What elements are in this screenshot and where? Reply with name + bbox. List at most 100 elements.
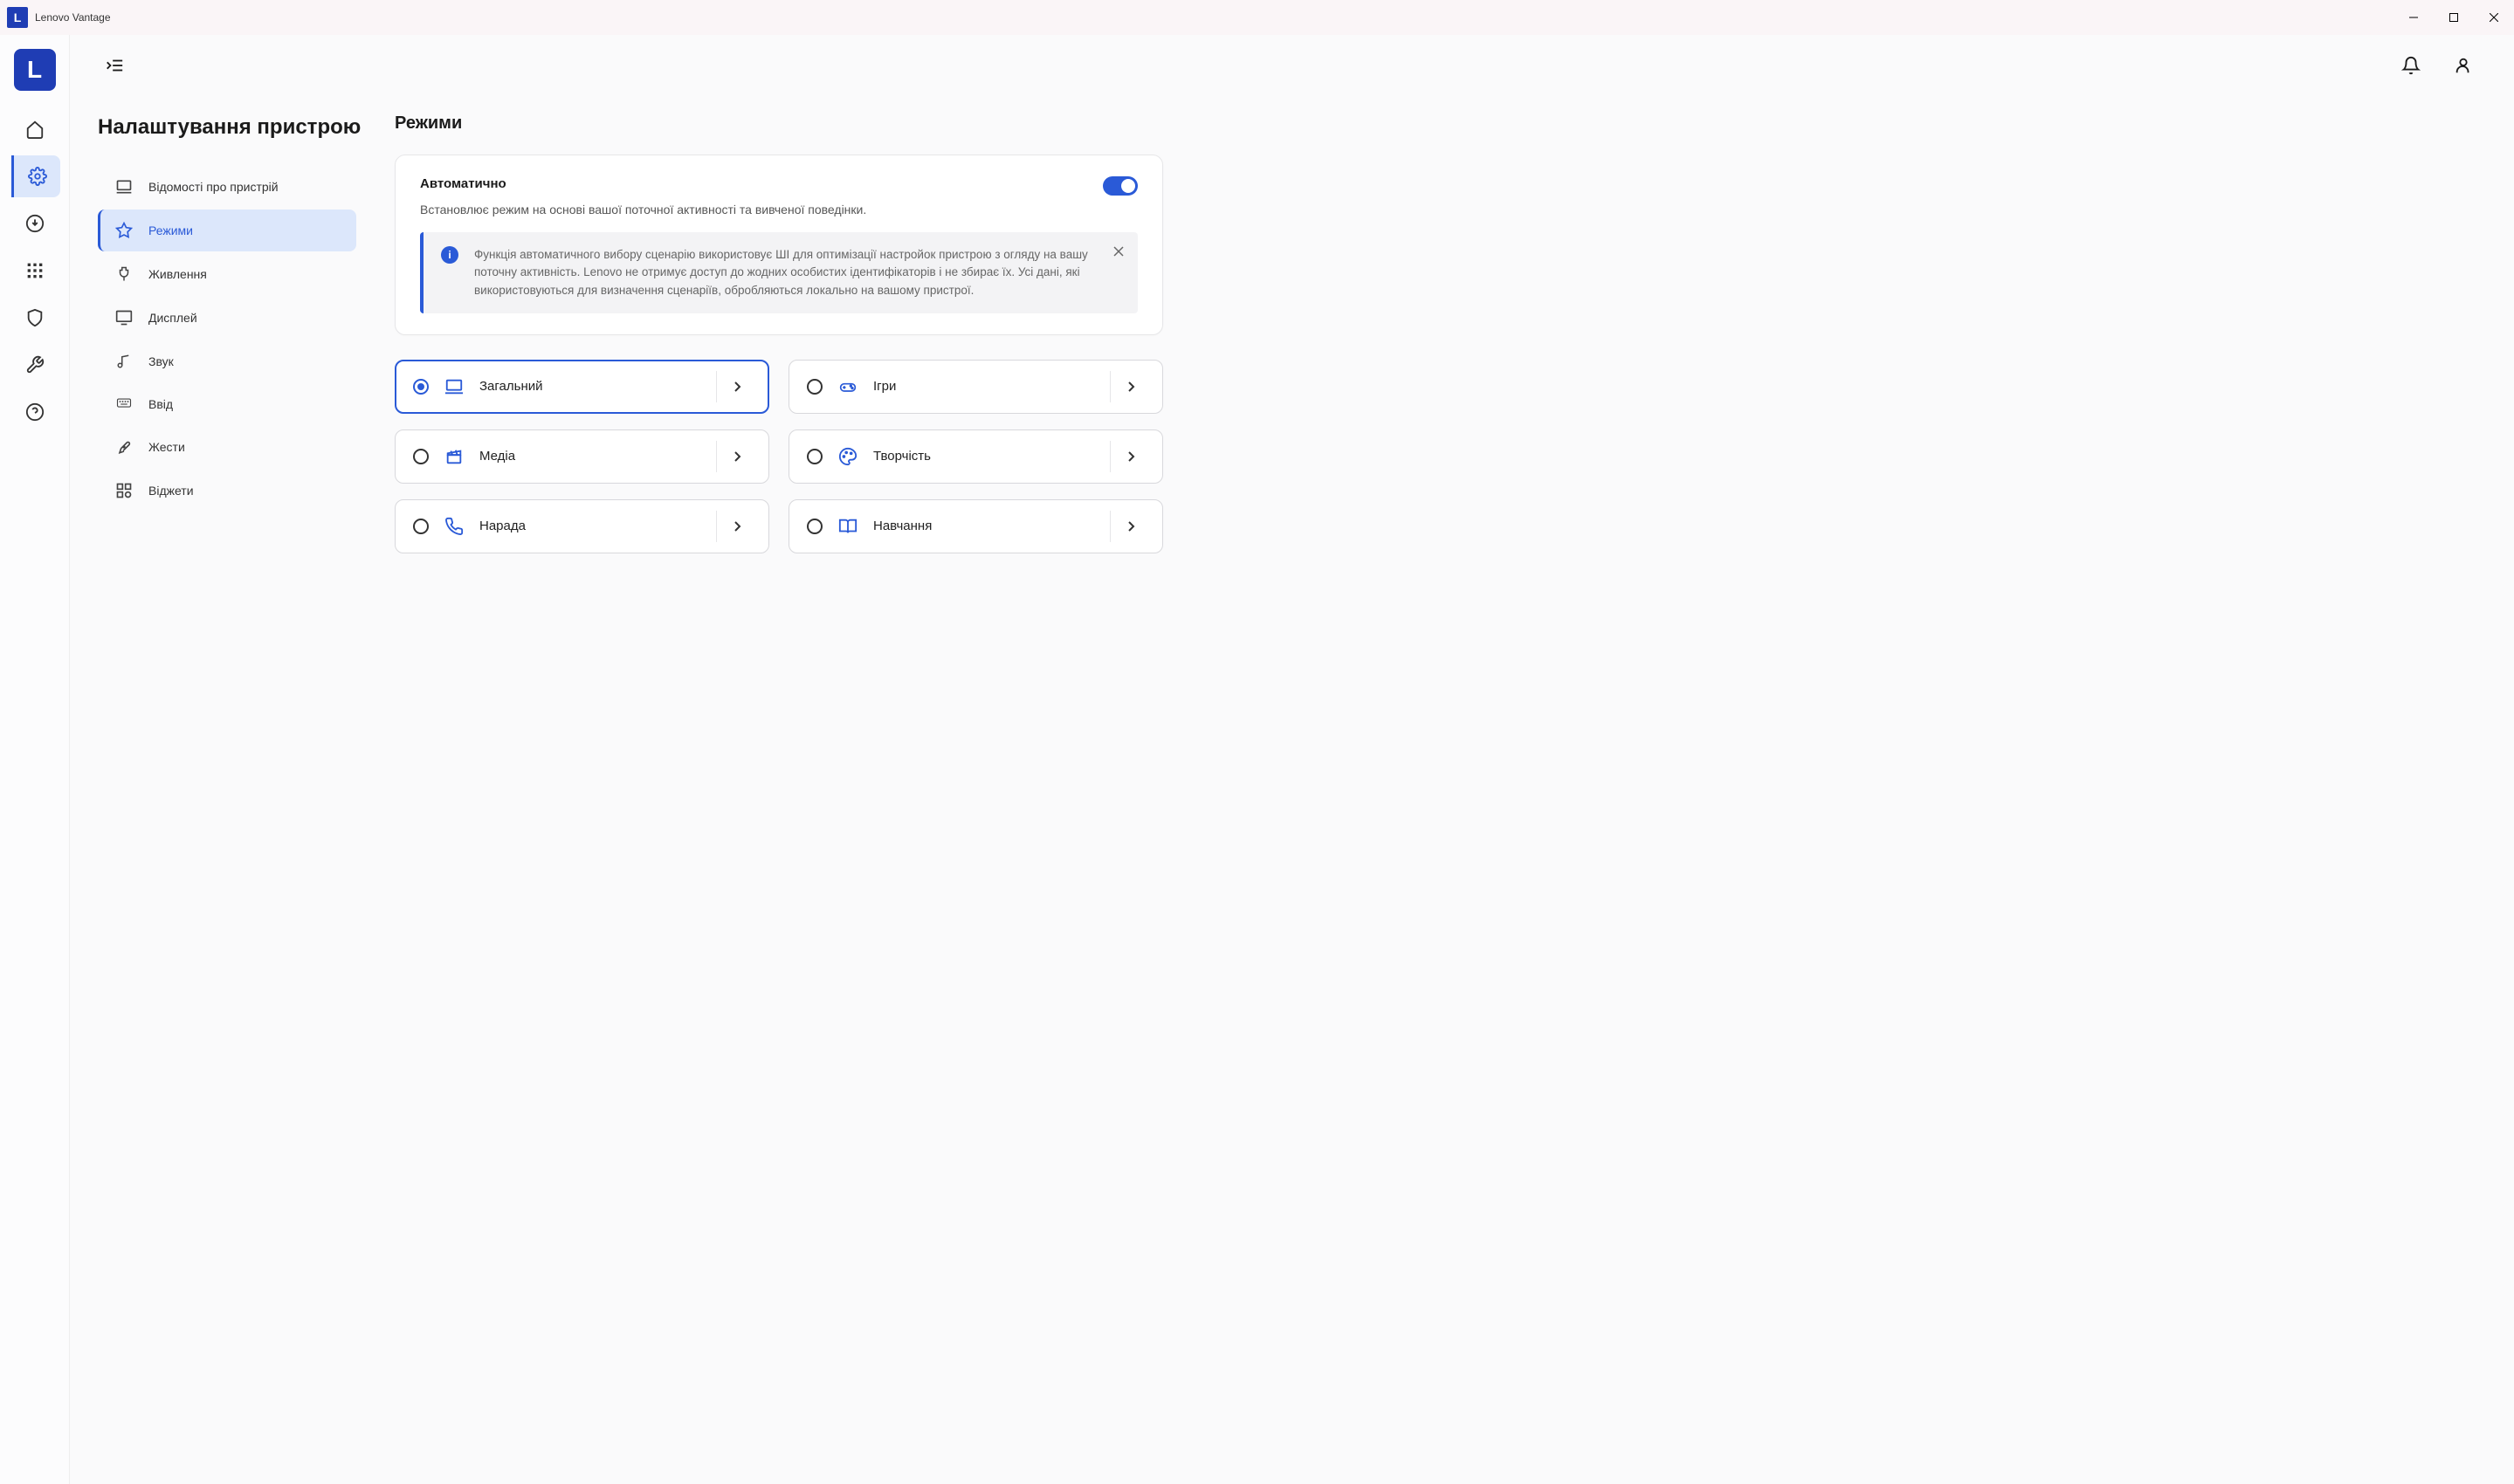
nav-rail: L <box>0 35 70 1484</box>
mode-radio[interactable] <box>413 519 429 534</box>
tools-icon <box>25 355 45 374</box>
menu-toggle[interactable] <box>98 51 131 80</box>
subnav-icon <box>115 265 133 283</box>
subnav-item-1[interactable]: Режими <box>98 210 356 251</box>
app-logo-small: L <box>7 7 28 28</box>
mode-grid: Загальний Ігри Медіа Творчість Нарада Навчанн… <box>395 360 1163 553</box>
subnav-item-6[interactable]: Жести <box>98 426 356 468</box>
gear-icon <box>28 167 47 186</box>
minimize-button[interactable] <box>2393 0 2434 35</box>
rail-tools[interactable] <box>10 344 59 386</box>
close-button[interactable] <box>2474 0 2514 35</box>
chevron-right-icon <box>733 520 741 532</box>
help-icon <box>25 402 45 422</box>
mode-label: Творчість <box>873 449 1094 464</box>
banner-close[interactable] <box>1110 243 1127 260</box>
mode-card-gamepad[interactable]: Ігри <box>789 360 1163 414</box>
window-title: Lenovo Vantage <box>35 11 111 24</box>
page-title: Налаштування пристрою <box>98 113 367 141</box>
book-icon <box>838 517 858 536</box>
mode-expand[interactable] <box>1110 511 1150 542</box>
subnav-item-3[interactable]: Дисплей <box>98 297 356 339</box>
subnav-item-5[interactable]: Ввід <box>98 384 356 424</box>
bell-icon <box>2401 56 2421 75</box>
mode-radio[interactable] <box>413 449 429 464</box>
subnav-item-0[interactable]: Відомості про пристрій <box>98 166 356 208</box>
mode-label: Медіа <box>479 449 700 464</box>
mode-radio[interactable] <box>807 449 823 464</box>
auto-desc: Встановлює режим на основі вашої поточно… <box>420 203 1138 216</box>
subnav-item-7[interactable]: Віджети <box>98 470 356 512</box>
info-icon: i <box>441 246 458 264</box>
chevron-right-icon <box>733 450 741 463</box>
download-icon <box>25 214 45 233</box>
rail-help[interactable] <box>10 391 59 433</box>
auto-toggle[interactable] <box>1103 176 1138 196</box>
window-controls <box>2393 0 2514 35</box>
subnav-icon <box>115 222 133 239</box>
mode-card-palette[interactable]: Творчість <box>789 429 1163 484</box>
mode-expand[interactable] <box>1110 441 1150 472</box>
mode-radio[interactable] <box>413 379 429 395</box>
person-icon <box>2454 56 2473 75</box>
rail-device-settings[interactable] <box>11 155 60 197</box>
subnav-icon <box>115 178 133 196</box>
app-logo[interactable]: L <box>14 49 56 91</box>
phone-icon <box>444 517 464 536</box>
mode-card-laptop[interactable]: Загальний <box>395 360 769 414</box>
rail-apps[interactable] <box>10 250 59 292</box>
subnav-item-4[interactable]: Звук <box>98 340 356 382</box>
mode-card-phone[interactable]: Нарада <box>395 499 769 553</box>
subnav-label: Режими <box>148 223 193 237</box>
clapper-icon <box>444 447 464 466</box>
rail-home[interactable] <box>10 108 59 150</box>
mode-expand[interactable] <box>716 371 756 402</box>
titlebar-left: L Lenovo Vantage <box>7 7 111 28</box>
info-banner: i Функція автоматичного вибору сценарію … <box>420 232 1138 313</box>
subnav-label: Живлення <box>148 267 207 281</box>
notifications-button[interactable] <box>2395 50 2427 81</box>
mode-card-book[interactable]: Навчання <box>789 499 1163 553</box>
subnav-label: Дисплей <box>148 311 197 325</box>
chevron-right-icon <box>1126 520 1135 532</box>
mode-label: Нарада <box>479 519 700 533</box>
mode-radio[interactable] <box>807 379 823 395</box>
mode-expand[interactable] <box>716 441 756 472</box>
auto-title: Автоматично <box>420 176 506 191</box>
grid-icon <box>26 262 44 279</box>
chevron-right-icon <box>1126 381 1135 393</box>
menu-collapse-icon <box>105 58 124 73</box>
mode-label: Навчання <box>873 519 1094 533</box>
subnav-icon <box>115 353 133 370</box>
mode-expand[interactable] <box>1110 371 1150 402</box>
subnav-icon <box>115 396 133 412</box>
maximize-button[interactable] <box>2434 0 2474 35</box>
account-button[interactable] <box>2448 50 2479 81</box>
chevron-right-icon <box>1126 450 1135 463</box>
shield-icon <box>25 308 45 327</box>
auto-mode-card: Автоматично Встановлює режим на основі в… <box>395 155 1163 335</box>
chevron-right-icon <box>733 381 741 393</box>
subnav-icon <box>115 482 133 499</box>
mode-radio[interactable] <box>807 519 823 534</box>
titlebar: L Lenovo Vantage <box>0 0 2514 35</box>
mode-label: Ігри <box>873 379 1094 394</box>
subnav-label: Звук <box>148 354 174 368</box>
mode-card-clapper[interactable]: Медіа <box>395 429 769 484</box>
subnav-label: Жести <box>148 440 185 454</box>
mode-label: Загальний <box>479 379 700 394</box>
subnav-icon <box>115 438 133 456</box>
rail-security[interactable] <box>10 297 59 339</box>
close-icon <box>1113 246 1124 257</box>
subnav-icon <box>115 309 133 326</box>
main-panel: Режими Автоматично Встановлює режим на о… <box>367 96 1205 1484</box>
palette-icon <box>838 447 858 466</box>
rail-downloads[interactable] <box>10 203 59 244</box>
laptop-icon <box>444 377 464 396</box>
subnav-label: Віджети <box>148 484 194 498</box>
subnav-item-2[interactable]: Живлення <box>98 253 356 295</box>
topbar <box>70 35 2514 96</box>
mode-expand[interactable] <box>716 511 756 542</box>
subnav-label: Відомості про пристрій <box>148 180 279 194</box>
home-icon <box>25 120 45 139</box>
